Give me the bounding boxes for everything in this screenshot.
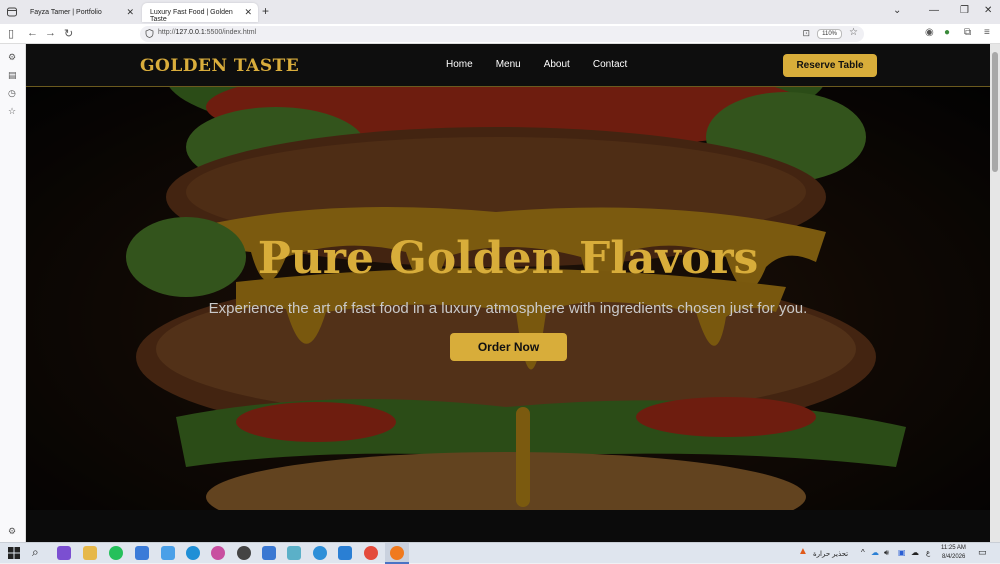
forward-icon[interactable]: → — [45, 27, 56, 39]
heat-warning-icon: ▲ — [798, 546, 808, 557]
nav-link-menu[interactable]: Menu — [496, 59, 521, 70]
edge-icon[interactable] — [186, 546, 200, 560]
tab-title: Luxury Fast Food | Golden Taste — [150, 9, 233, 23]
scrollbar-thumb[interactable] — [992, 52, 998, 172]
notification-icon[interactable]: ▭ — [978, 547, 987, 558]
tab-list-icon[interactable] — [6, 6, 18, 18]
reserve-table-button[interactable]: Reserve Table — [783, 54, 877, 77]
tray-chevron-icon[interactable]: ^ — [861, 548, 865, 557]
vscode-icon[interactable] — [338, 546, 352, 560]
windows-taskbar: ⌕ ▲ تحذير حرارة ^ ☁ 🔊︎ ▣ ☁ ع 11:25 AM 8/… — [0, 542, 1000, 564]
sidebar-toggle-icon[interactable]: ▯ — [8, 27, 14, 40]
page-scrollbar[interactable] — [990, 44, 1000, 542]
next-section — [26, 510, 990, 542]
page-viewport: Pure Golden Flavors Experience the art o… — [26, 44, 990, 542]
extension-icon[interactable]: ● — [944, 27, 950, 38]
reader-view-icon[interactable]: ⊡ — [802, 28, 810, 39]
app-tray-icon[interactable]: ▣ — [898, 548, 906, 557]
restore-icon[interactable]: ❐ — [960, 5, 969, 16]
url-scheme: http:// — [158, 29, 176, 36]
new-tab-icon[interactable]: + — [262, 4, 269, 18]
url-host: 127.0.0.1 — [175, 29, 205, 36]
url-path: :5500/index.html — [204, 29, 257, 36]
close-tab-icon[interactable]: ✕ — [126, 7, 134, 18]
bookmarks-icon[interactable]: ☆ — [8, 106, 16, 117]
browser-sidebar: ⚙ ▤ ◷ ☆ ⚙ — [0, 44, 26, 542]
history-icon[interactable]: ◷ — [8, 88, 16, 99]
volume-icon[interactable]: 🔊︎ — [884, 548, 889, 558]
hero-subtitle: Experience the art of fast food in a lux… — [208, 300, 808, 317]
minimize-icon[interactable]: — — [929, 5, 939, 16]
weather-text[interactable]: تحذير حرارة — [813, 550, 848, 558]
order-now-button[interactable]: Order Now — [450, 333, 567, 361]
reload-icon[interactable]: ↻ — [64, 27, 73, 40]
onedrive-icon[interactable]: ☁ — [871, 548, 879, 557]
hero-dark-overlay — [26, 87, 990, 510]
chatgpt-icon[interactable] — [237, 546, 251, 560]
clock-date[interactable]: 8/4/2026 — [942, 554, 965, 560]
chrome-icon[interactable] — [364, 546, 378, 560]
site-navbar: GOLDEN TASTE Home Menu About Contact Res… — [26, 44, 990, 87]
back-icon[interactable]: ← — [27, 27, 38, 39]
ai-chat-icon[interactable]: ⚙ — [8, 52, 16, 63]
site-nav-links: Home Menu About Contact — [446, 59, 627, 70]
zoom-level[interactable]: 110% — [817, 29, 842, 39]
synced-tabs-icon[interactable]: ▤ — [8, 70, 17, 81]
visual-studio-icon[interactable] — [57, 546, 71, 560]
nav-link-about[interactable]: About — [544, 59, 570, 70]
hero-section: Pure Golden Flavors Experience the art o… — [26, 87, 990, 510]
bookmark-star-icon[interactable]: ☆ — [849, 27, 858, 38]
url-text: http://127.0.0.1:5500/index.html — [158, 29, 256, 36]
nav-link-contact[interactable]: Contact — [593, 59, 627, 70]
menu-icon[interactable]: ≡ — [984, 27, 990, 38]
app-icon[interactable] — [287, 546, 301, 560]
navigation-toolbar: ▯ ← → ↻ http://127.0.0.1:5500/index.html… — [0, 24, 1000, 44]
windows-start-icon[interactable] — [8, 547, 20, 559]
tab-title: Fayza Tamer | Portfolio — [30, 9, 102, 16]
photos-icon[interactable] — [262, 546, 276, 560]
clock-time[interactable]: 11:25 AM — [941, 545, 966, 551]
language-indicator[interactable]: ع — [926, 549, 930, 557]
close-tab-icon[interactable]: ✕ — [244, 7, 252, 18]
hero-title: Pure Golden Flavors — [257, 233, 759, 284]
store-icon[interactable] — [161, 546, 175, 560]
notepad-icon[interactable] — [135, 546, 149, 560]
firefox-icon[interactable] — [390, 546, 404, 560]
search-icon[interactable]: ⌕ — [32, 545, 39, 560]
account-icon[interactable]: ◉ — [925, 27, 934, 38]
close-window-icon[interactable]: ✕ — [984, 5, 992, 16]
file-explorer-icon[interactable] — [83, 546, 97, 560]
site-logo[interactable]: GOLDEN TASTE — [140, 56, 299, 76]
tab-portfolio[interactable]: Fayza Tamer | Portfolio ✕ — [22, 3, 140, 22]
settings-gear-icon[interactable]: ⚙ — [8, 526, 16, 537]
tab-golden-taste[interactable]: Luxury Fast Food | Golden Taste ✕ — [142, 3, 258, 23]
telegram-icon[interactable] — [313, 546, 327, 560]
extensions-puzzle-icon[interactable]: ⧉ — [964, 27, 971, 38]
nav-link-home[interactable]: Home — [446, 59, 473, 70]
site-info-icon[interactable] — [145, 29, 154, 38]
chevron-down-icon[interactable]: ⌄ — [893, 5, 901, 16]
tab-bar: Fayza Tamer | Portfolio ✕ Luxury Fast Fo… — [0, 0, 1000, 24]
copilot-icon[interactable] — [211, 546, 225, 560]
address-bar[interactable]: http://127.0.0.1:5500/index.html ⊡ 110% … — [140, 26, 864, 42]
whatsapp-icon[interactable] — [109, 546, 123, 560]
cloud-icon[interactable]: ☁ — [911, 548, 919, 557]
